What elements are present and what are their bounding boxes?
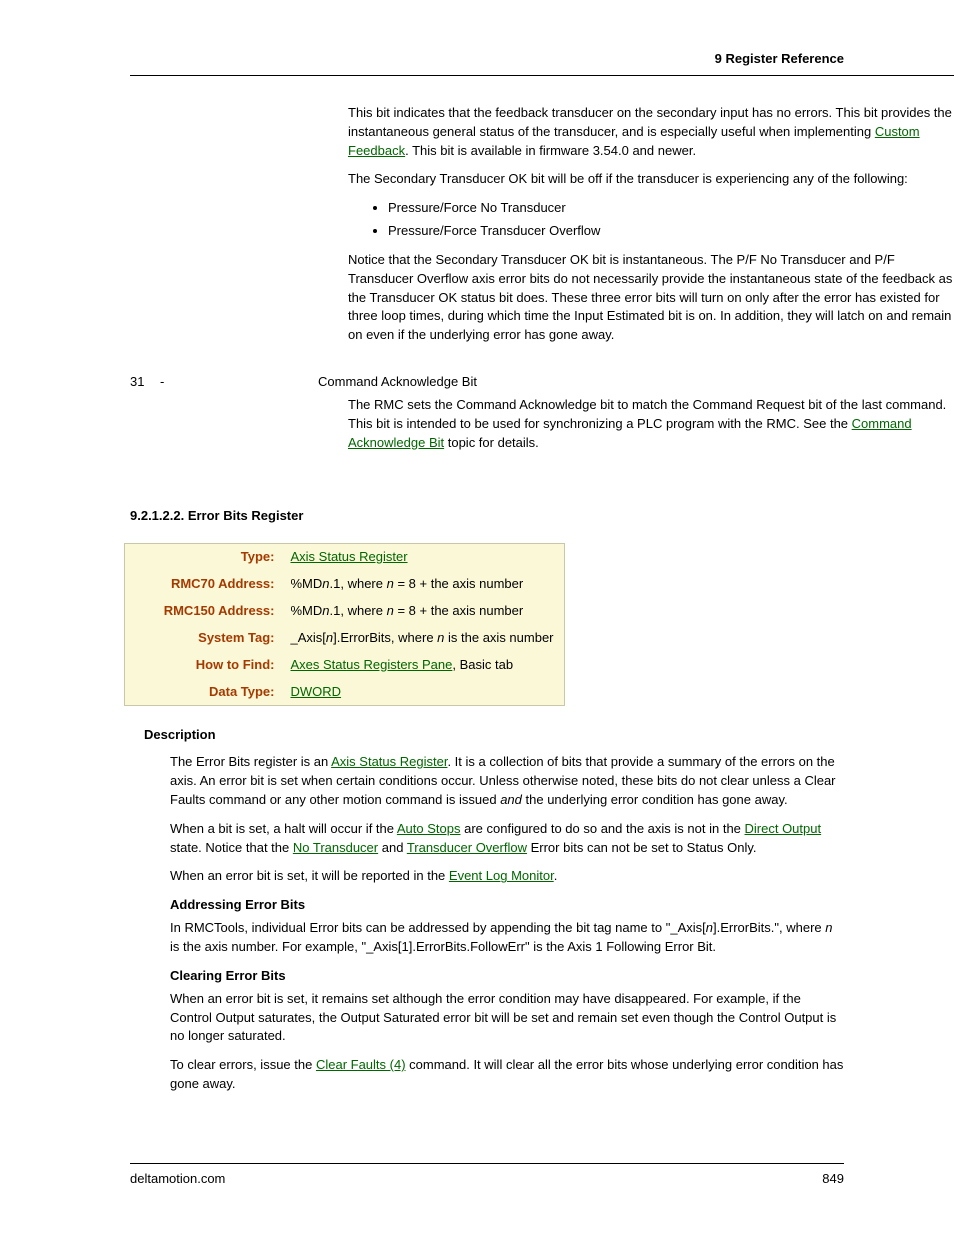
- row-value: Axis Status Register: [285, 544, 565, 571]
- footer-page: 849: [822, 1170, 844, 1189]
- auto-stops-link[interactable]: Auto Stops: [397, 821, 461, 836]
- register-info-table: Type: Axis Status Register RMC70 Address…: [124, 543, 565, 706]
- top-paragraphs: This bit indicates that the feedback tra…: [348, 104, 954, 189]
- bit-dash: -: [160, 373, 190, 392]
- bit-number: 31: [130, 373, 160, 392]
- paragraph: In RMCTools, individual Error bits can b…: [170, 919, 844, 957]
- paragraph: This bit indicates that the feedback tra…: [348, 104, 954, 161]
- bullet-list: Pressure/Force No Transducer Pressure/Fo…: [388, 199, 954, 241]
- table-row: RMC70 Address: %MDn.1, where n = 8 + the…: [125, 571, 565, 598]
- row-label: System Tag:: [125, 625, 285, 652]
- text: This bit indicates that the feedback tra…: [348, 105, 952, 139]
- table-row: Type: Axis Status Register: [125, 544, 565, 571]
- table-row: System Tag: _Axis[n].ErrorBits, where n …: [125, 625, 565, 652]
- bit-title: Command Acknowledge Bit: [318, 373, 477, 392]
- list-item: Pressure/Force Transducer Overflow: [388, 222, 954, 241]
- row-label: Data Type:: [125, 679, 285, 706]
- paragraph: When a bit is set, a halt will occur if …: [170, 820, 844, 858]
- paragraph: The RMC sets the Command Acknowledge bit…: [348, 396, 954, 453]
- page-footer: deltamotion.com 849: [130, 1163, 844, 1189]
- list-item: Pressure/Force No Transducer: [388, 199, 954, 218]
- row-label: How to Find:: [125, 652, 285, 679]
- table-row: How to Find: Axes Status Registers Pane,…: [125, 652, 565, 679]
- description-heading: Description: [144, 726, 954, 745]
- clearing-subhead: Clearing Error Bits: [170, 967, 844, 986]
- spacer: [190, 373, 318, 392]
- row-value: DWORD: [285, 679, 565, 706]
- row-label: Type:: [125, 544, 285, 571]
- row-value: %MDn.1, where n = 8 + the axis number: [285, 598, 565, 625]
- event-log-monitor-link[interactable]: Event Log Monitor: [449, 868, 554, 883]
- axis-status-register-link[interactable]: Axis Status Register: [291, 549, 408, 564]
- table-row: Data Type: DWORD: [125, 679, 565, 706]
- paragraph: Notice that the Secondary Transducer OK …: [348, 251, 954, 345]
- row-value: %MDn.1, where n = 8 + the axis number: [285, 571, 565, 598]
- paragraph: When an error bit is set, it will be rep…: [170, 867, 844, 886]
- axes-status-pane-link[interactable]: Axes Status Registers Pane: [291, 657, 453, 672]
- transducer-overflow-link[interactable]: Transducer Overflow: [407, 840, 527, 855]
- direct-output-link[interactable]: Direct Output: [745, 821, 822, 836]
- paragraph: When an error bit is set, it remains set…: [170, 990, 844, 1047]
- dword-link[interactable]: DWORD: [291, 684, 342, 699]
- paragraph: To clear errors, issue the Clear Faults …: [170, 1056, 844, 1094]
- page-content: This bit indicates that the feedback tra…: [0, 104, 954, 1094]
- addressing-subhead: Addressing Error Bits: [170, 896, 844, 915]
- axis-status-register-link[interactable]: Axis Status Register: [331, 754, 447, 769]
- no-transducer-link[interactable]: No Transducer: [293, 840, 378, 855]
- page-header: 9 Register Reference: [130, 50, 954, 76]
- bit-31-body: The RMC sets the Command Acknowledge bit…: [348, 396, 954, 453]
- text: topic for details.: [444, 435, 539, 450]
- top-paragraphs: Notice that the Secondary Transducer OK …: [348, 251, 954, 345]
- header-section: 9 Register Reference: [715, 51, 844, 66]
- row-value: _Axis[n].ErrorBits, where n is the axis …: [285, 625, 565, 652]
- table-row: RMC150 Address: %MDn.1, where n = 8 + th…: [125, 598, 565, 625]
- footer-site: deltamotion.com: [130, 1170, 225, 1189]
- clear-faults-link[interactable]: Clear Faults (4): [316, 1057, 406, 1072]
- row-value: Axes Status Registers Pane, Basic tab: [285, 652, 565, 679]
- row-label: RMC150 Address:: [125, 598, 285, 625]
- section-heading: 9.2.1.2.2. Error Bits Register: [130, 507, 954, 526]
- description-body: The Error Bits register is an Axis Statu…: [170, 753, 844, 1094]
- bit-31-row: 31 - Command Acknowledge Bit: [130, 373, 954, 392]
- paragraph: The Secondary Transducer OK bit will be …: [348, 170, 954, 189]
- paragraph: The Error Bits register is an Axis Statu…: [170, 753, 844, 810]
- text: . This bit is available in firmware 3.54…: [405, 143, 696, 158]
- row-label: RMC70 Address:: [125, 571, 285, 598]
